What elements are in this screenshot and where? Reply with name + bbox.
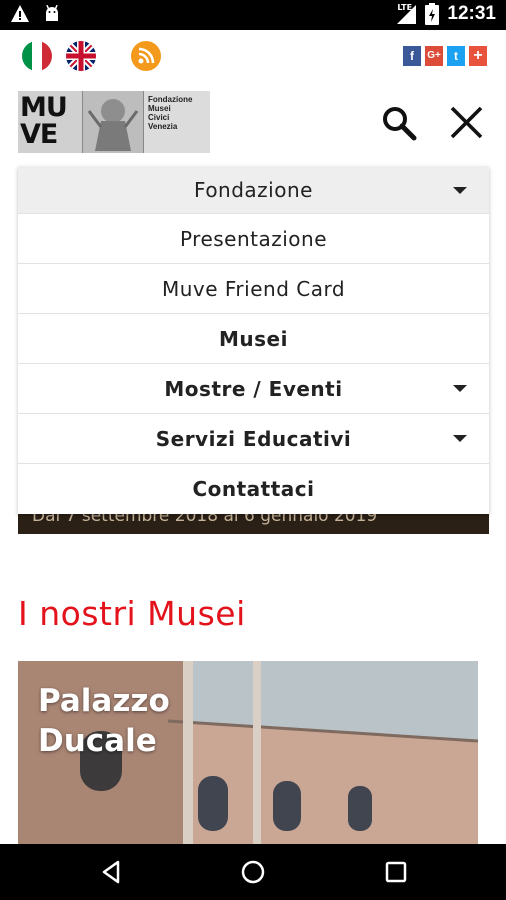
museum-card[interactable]: Palazzo Ducale [18,661,478,846]
system-navigation-bar [0,844,506,900]
facebook-icon[interactable]: f [403,46,421,66]
social-links: f G+ t + [403,46,487,66]
menu-item-label: Musei [219,326,288,351]
italian-flag-icon[interactable] [22,41,52,71]
museum-card-title: Palazzo Ducale [38,683,170,759]
menu-item-label: Presentazione [179,226,328,251]
navigation-menu: Fondazione Presentazione Muve Friend Car… [18,166,489,514]
menu-item-presentazione[interactable]: Presentazione [18,214,489,264]
battery-icon [425,3,440,25]
clock: 12:31 [447,3,496,24]
menu-item-fondazione[interactable]: Fondazione [18,166,489,214]
logo-text: Fondazione Musei Civici Venezia [144,91,210,153]
search-icon[interactable] [380,104,418,142]
menu-item-muve-friend-card[interactable]: Muve Friend Card [18,264,489,314]
menu-item-label: Fondazione [194,177,313,202]
logo-wordmark: MU VE [18,91,82,153]
menu-item-servizi-educativi[interactable]: Servizi Educativi [18,414,489,464]
chevron-down-icon [453,385,467,392]
section-title: I nostri Musei [18,594,246,633]
language-bar [22,41,161,71]
menu-item-label: Muve Friend Card [161,276,346,301]
status-bar: LTE 12:31 [0,0,506,30]
close-icon[interactable] [448,104,486,142]
chevron-down-icon [453,187,467,194]
muve-logo[interactable]: MU VE Fondazione Musei Civici Venezia [18,91,210,153]
uk-flag-icon[interactable] [66,41,96,71]
logo-lion-emblem-icon [82,91,144,153]
home-icon[interactable] [239,858,267,886]
menu-item-label: Servizi Educativi [155,426,352,451]
back-icon[interactable] [98,858,126,886]
share-icon[interactable]: + [469,46,487,66]
google-plus-icon[interactable]: G+ [425,46,443,66]
menu-item-label: Contattaci [192,477,315,501]
recents-icon[interactable] [382,858,410,886]
android-icon [46,4,58,21]
chevron-down-icon [453,435,467,442]
rss-icon[interactable] [131,41,161,71]
signal-icon: LTE [395,3,417,25]
menu-item-mostre-eventi[interactable]: Mostre / Eventi [18,364,489,414]
menu-item-label: Mostre / Eventi [164,376,343,401]
menu-item-musei[interactable]: Musei [18,314,489,364]
twitter-icon[interactable]: t [447,46,465,66]
warning-icon [11,5,29,22]
menu-item-contattaci[interactable]: Contattaci [18,464,489,514]
